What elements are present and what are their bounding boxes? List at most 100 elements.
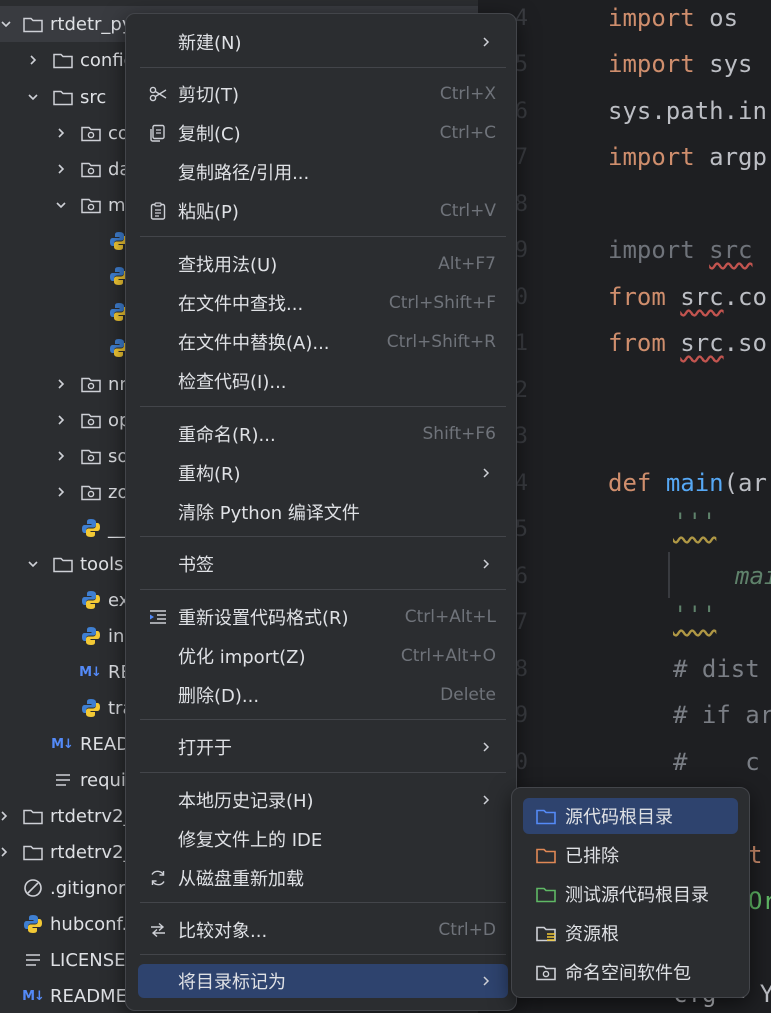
- menu-item-paste[interactable]: 粘贴(P) Ctrl+V: [138, 194, 508, 228]
- tree-item-label: rtdetrv2_: [50, 841, 133, 863]
- package-icon: [80, 481, 102, 503]
- package-icon: [80, 445, 102, 467]
- menu-item-find-usages[interactable]: 查找用法(U) Alt+F7: [138, 247, 508, 281]
- chevron-right-icon[interactable]: [53, 161, 69, 177]
- python-file-icon: [80, 625, 102, 647]
- menu-item-rename[interactable]: 重命名(R)... Shift+F6: [138, 417, 508, 451]
- menu-item-clean-python[interactable]: 清除 Python 编译文件: [138, 495, 508, 529]
- text-file-icon: [22, 949, 44, 971]
- markdown-icon: M↓: [51, 736, 74, 752]
- menu-separator: [140, 902, 506, 903]
- package-icon: [80, 158, 102, 180]
- menu-separator: [140, 719, 506, 720]
- folder-icon: [52, 49, 74, 71]
- package-icon: [80, 194, 102, 216]
- menu-item-local-history[interactable]: 本地历史记录(H): [138, 783, 508, 817]
- folder-icon: [22, 805, 44, 827]
- submenu-item-sources-root[interactable]: 源代码根目录: [523, 798, 738, 834]
- submenu-item-resources-root[interactable]: 资源根: [523, 915, 738, 951]
- package-icon: [80, 409, 102, 431]
- menu-item-copy-path[interactable]: 复制路径/引用...: [138, 155, 508, 189]
- code-line: ''': [673, 508, 717, 536]
- menu-separator: [140, 67, 506, 68]
- submenu-item-namespace-package[interactable]: 命名空间软件包: [523, 954, 738, 990]
- chevron-right-icon: [480, 974, 494, 988]
- menu-item-optimize-imports[interactable]: 优化 import(Z) Ctrl+Alt+O: [138, 639, 508, 673]
- code-line: import argp: [608, 143, 767, 171]
- menu-item-copy[interactable]: 复制(C) Ctrl+C: [138, 116, 508, 150]
- indent-guide: [668, 552, 670, 598]
- tree-item-label: tools: [80, 553, 124, 575]
- tree-item-label: m: [108, 194, 126, 216]
- code-line: ''': [673, 601, 717, 629]
- tree-item-label: rtdetrv2_: [50, 805, 133, 827]
- namespace-package-icon: [535, 961, 557, 983]
- menu-item-reformat-code[interactable]: 重新设置代码格式(R) Ctrl+Alt+L: [138, 600, 508, 634]
- chevron-down-icon[interactable]: [25, 556, 41, 572]
- python-file-icon: [22, 913, 44, 935]
- menu-item-refactor[interactable]: 重构(R): [138, 456, 508, 490]
- tree-item-label: .gitignor: [50, 877, 126, 899]
- code-line: import sys: [608, 50, 753, 78]
- chevron-right-icon[interactable]: [25, 52, 41, 68]
- markdown-icon: M↓: [22, 988, 45, 1004]
- tree-item-label: READ: [80, 733, 131, 755]
- code-line: from src.so: [608, 329, 767, 357]
- folder-icon: [22, 841, 44, 863]
- compare-icon: [147, 919, 169, 941]
- chevron-right-icon[interactable]: [53, 448, 69, 464]
- menu-separator: [140, 236, 506, 237]
- chevron-right-icon: [480, 557, 494, 571]
- code-line: t: [748, 841, 763, 869]
- menu-item-new[interactable]: 新建(N): [138, 25, 508, 59]
- menu-item-inspect-code[interactable]: 检查代码(I)...: [138, 364, 508, 398]
- menu-item-cut[interactable]: 剪切(T) Ctrl+X: [138, 77, 508, 111]
- markdown-icon: M↓: [79, 664, 102, 680]
- chevron-right-icon[interactable]: [53, 125, 69, 141]
- tree-item-label: README: [50, 985, 127, 1007]
- chevron-right-icon[interactable]: [0, 808, 12, 824]
- ignore-file-icon: [22, 877, 44, 899]
- chevron-down-icon[interactable]: [0, 16, 14, 32]
- code-line: def main(ar: [608, 469, 767, 497]
- menu-item-repair-ide[interactable]: 修复文件上的 IDE: [138, 822, 508, 856]
- folder-icon: [22, 13, 44, 35]
- submenu-item-excluded[interactable]: 已排除: [523, 837, 738, 873]
- context-menu: 新建(N) 剪切(T) Ctrl+X 复制(C) Ctrl+C 复制路径/引用.…: [125, 13, 517, 1011]
- reload-icon: [147, 867, 169, 889]
- submenu-item-test-sources-root[interactable]: 测试源代码根目录: [523, 876, 738, 912]
- menu-separator: [140, 406, 506, 407]
- chevron-down-icon[interactable]: [25, 89, 41, 105]
- menu-item-reload-from-disk[interactable]: 从磁盘重新加载: [138, 861, 508, 895]
- chevron-right-icon[interactable]: [0, 844, 12, 860]
- folder-icon: [52, 86, 74, 108]
- menu-item-mark-directory-as[interactable]: 将目录标记为: [138, 964, 508, 998]
- paste-icon: [147, 200, 169, 222]
- chevron-down-icon[interactable]: [53, 197, 69, 213]
- menu-separator: [140, 589, 506, 590]
- chevron-right-icon[interactable]: [53, 412, 69, 428]
- chevron-right-icon[interactable]: [53, 484, 69, 500]
- menu-item-compare-with[interactable]: 比较对象... Ctrl+D: [138, 913, 508, 947]
- copy-icon: [147, 122, 169, 144]
- menu-item-replace-in-files[interactable]: 在文件中替换(A)... Ctrl+Shift+R: [138, 325, 508, 359]
- chevron-right-icon[interactable]: [53, 376, 69, 392]
- resources-root-icon: [535, 922, 557, 944]
- scissors-icon: [147, 83, 169, 105]
- menu-item-find-in-files[interactable]: 在文件中查找... Ctrl+Shift+F: [138, 286, 508, 320]
- sources-root-icon: [535, 805, 557, 827]
- text-file-icon: [52, 769, 74, 791]
- code-line: import os: [608, 4, 739, 32]
- menu-item-open-in[interactable]: 打开于: [138, 730, 508, 764]
- chevron-right-icon: [480, 793, 494, 807]
- tree-item-label: LICENSE: [50, 949, 126, 971]
- menu-item-delete[interactable]: 删除(D)... Delete: [138, 678, 508, 712]
- excluded-folder-icon: [535, 844, 557, 866]
- chevron-right-icon: [480, 466, 494, 480]
- code-line: # dist: [673, 655, 760, 683]
- tree-item-label: __: [108, 517, 126, 539]
- package-icon: [80, 373, 102, 395]
- tree-item-label: rtdetr_py: [50, 13, 133, 35]
- menu-item-bookmarks[interactable]: 书签: [138, 547, 508, 581]
- chevron-right-icon: [480, 35, 494, 49]
